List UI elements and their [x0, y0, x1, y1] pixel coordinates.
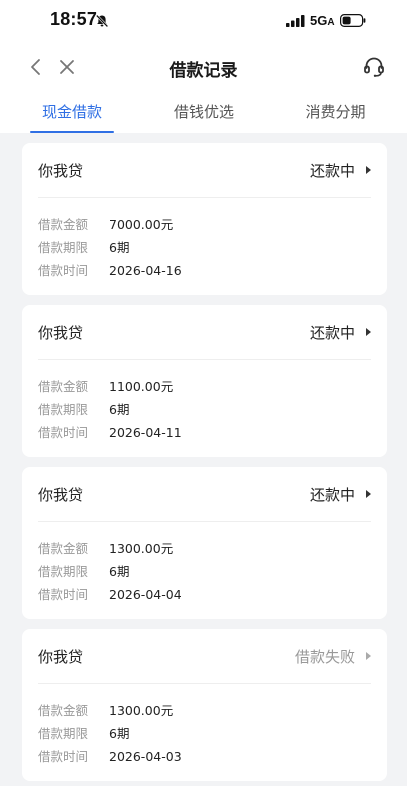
lender-name: 你我贷: [38, 648, 84, 666]
arrow-right-icon: [366, 328, 371, 336]
customer-service-icon[interactable]: [362, 55, 386, 79]
card-header: 你我贷 还款中: [38, 467, 371, 522]
date-label: 借款时间: [38, 425, 89, 440]
amount-label: 借款金额: [38, 379, 89, 394]
term-value: 6期: [109, 726, 130, 741]
date-label: 借款时间: [38, 587, 89, 602]
tab-cash-loan[interactable]: 现金借款: [0, 92, 144, 133]
lender-name: 你我贷: [38, 486, 84, 504]
date-row: 借款时间 2026-04-16: [38, 259, 371, 282]
amount-label: 借款金额: [38, 703, 89, 718]
card-header: 你我贷 还款中: [38, 305, 371, 360]
term-label: 借款期限: [38, 564, 89, 579]
status-label: 借款失败: [294, 648, 355, 666]
card-body: 借款金额 7000.00元 借款期限 6期 借款时间 2026-04-16: [22, 198, 387, 282]
term-row: 借款期限 6期: [38, 560, 371, 583]
network-label: 5GA: [310, 13, 335, 28]
date-label: 借款时间: [38, 263, 89, 278]
term-label: 借款期限: [38, 240, 89, 255]
status-label: 还款中: [309, 324, 355, 342]
amount-value: 1300.00元: [109, 703, 174, 718]
tab-loan-preferred[interactable]: 借钱优选: [144, 92, 264, 133]
tab-bar: 现金借款 借钱优选 消费分期: [0, 92, 407, 133]
date-label: 借款时间: [38, 749, 89, 764]
date-value: 2026-04-03: [109, 749, 182, 764]
lender-name: 你我贷: [38, 324, 84, 342]
tab-installment[interactable]: 消费分期: [264, 92, 407, 133]
battery-icon: [340, 14, 366, 27]
loan-record-card[interactable]: 你我贷 还款中 借款金额 7000.00元 借款期限 6期 借款时间 2026-…: [22, 143, 387, 295]
loan-record-list: 你我贷 还款中 借款金额 7000.00元 借款期限 6期 借款时间 2026-…: [0, 133, 407, 781]
amount-row: 借款金额 1300.00元: [38, 537, 371, 560]
date-value: 2026-04-16: [109, 263, 182, 278]
amount-value: 7000.00元: [109, 217, 174, 232]
arrow-right-icon: [366, 490, 371, 498]
arrow-right-icon: [366, 166, 371, 174]
page-title: 借款记录: [169, 61, 238, 81]
bell-muted-icon: [95, 14, 109, 28]
term-row: 借款期限 6期: [38, 236, 371, 259]
term-row: 借款期限 6期: [38, 722, 371, 745]
term-value: 6期: [109, 240, 130, 255]
amount-row: 借款金额 7000.00元: [38, 213, 371, 236]
status-bar: 18:57 5GA: [0, 0, 407, 42]
card-body: 借款金额 1300.00元 借款期限 6期 借款时间 2026-04-03: [22, 684, 387, 768]
top-area: 18:57 5GA 借款记录 现金借款 借钱优选 消费分期: [0, 0, 407, 133]
date-value: 2026-04-11: [109, 425, 182, 440]
status-label: 还款中: [309, 486, 355, 504]
arrow-right-icon: [366, 652, 371, 660]
term-label: 借款期限: [38, 402, 89, 417]
amount-value: 1100.00元: [109, 379, 174, 394]
signal-icon: [286, 15, 305, 27]
amount-row: 借款金额 1300.00元: [38, 699, 371, 722]
term-value: 6期: [109, 564, 130, 579]
date-row: 借款时间 2026-04-03: [38, 745, 371, 768]
nav-bar: 借款记录: [0, 42, 407, 92]
lender-name: 你我贷: [38, 162, 84, 180]
loan-record-card[interactable]: 你我贷 还款中 借款金额 1100.00元 借款期限 6期 借款时间 2026-…: [22, 305, 387, 457]
amount-row: 借款金额 1100.00元: [38, 375, 371, 398]
term-row: 借款期限 6期: [38, 398, 371, 421]
date-row: 借款时间 2026-04-11: [38, 421, 371, 444]
card-header: 你我贷 还款中: [38, 143, 371, 198]
amount-value: 1300.00元: [109, 541, 174, 556]
amount-label: 借款金额: [38, 217, 89, 232]
date-value: 2026-04-04: [109, 587, 182, 602]
card-body: 借款金额 1300.00元 借款期限 6期 借款时间 2026-04-04: [22, 522, 387, 606]
card-header: 你我贷 借款失败: [38, 629, 371, 684]
loan-record-card[interactable]: 你我贷 借款失败 借款金额 1300.00元 借款期限 6期 借款时间 2026…: [22, 629, 387, 781]
status-time: 18:57: [50, 9, 98, 29]
term-label: 借款期限: [38, 726, 89, 741]
loan-record-card[interactable]: 你我贷 还款中 借款金额 1300.00元 借款期限 6期 借款时间 2026-…: [22, 467, 387, 619]
date-row: 借款时间 2026-04-04: [38, 583, 371, 606]
card-body: 借款金额 1100.00元 借款期限 6期 借款时间 2026-04-11: [22, 360, 387, 444]
amount-label: 借款金额: [38, 541, 89, 556]
status-label: 还款中: [309, 162, 355, 180]
term-value: 6期: [109, 402, 130, 417]
